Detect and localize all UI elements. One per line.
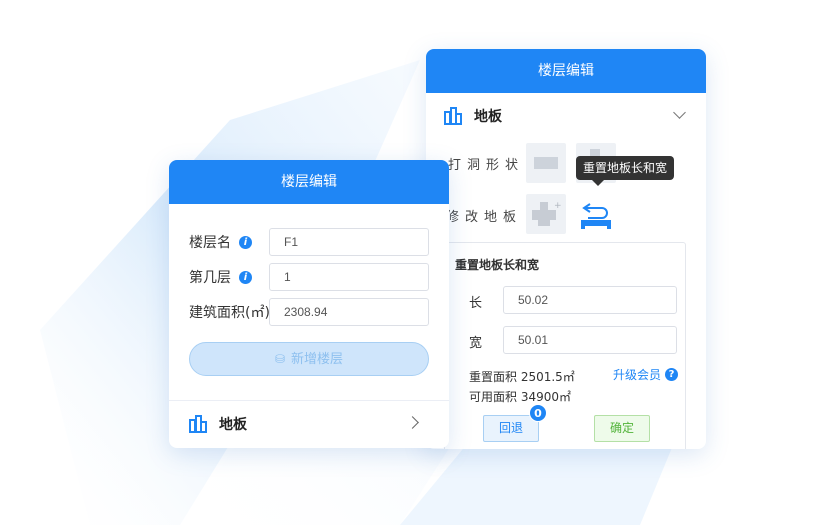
- svg-text:+: +: [554, 201, 562, 211]
- modify-floor-shape-tile[interactable]: +: [526, 194, 566, 234]
- width-input[interactable]: 50.01: [503, 326, 677, 354]
- floor-edit-panel-left: 楼层编辑 楼层名 i F1 第几层 i 1 建筑面积(㎡) 2308.94 ⛁ 新…: [169, 160, 449, 448]
- usable-area-text: 可用面积 34900㎡: [469, 390, 571, 404]
- floor-section-row[interactable]: 地板: [189, 412, 429, 436]
- chevron-down-icon: [673, 106, 686, 119]
- field-label: 楼层名: [189, 235, 231, 251]
- cross-shape-icon: +: [532, 201, 562, 226]
- length-label: 长: [469, 296, 483, 311]
- reset-floor-icon: [581, 203, 611, 229]
- modify-floor-label: 修改地板: [446, 210, 523, 225]
- chevron-right-icon: [406, 416, 419, 429]
- floor-section-label: 地板: [219, 417, 247, 433]
- info-icon[interactable]: i: [239, 235, 252, 249]
- panel-title: 楼层编辑: [169, 160, 449, 204]
- reset-size-tile[interactable]: [576, 194, 616, 234]
- building-area-input[interactable]: 2308.94: [269, 298, 429, 326]
- floor-section-header[interactable]: 地板: [444, 105, 688, 127]
- width-label: 宽: [469, 336, 483, 351]
- reset-size-box: 重置地板长和宽 长 50.02 宽 50.01 重置面积 2501.5㎡ 可用面…: [444, 242, 686, 449]
- hole-shape-rect-tile[interactable]: [526, 143, 566, 183]
- reset-area-text: 重置面积 2501.5㎡: [469, 370, 575, 384]
- floor-edit-panel-right: 楼层编辑 地板 打洞形状 重置地板长和宽 修改地板 + 重置地板长和宽 长 50…: [426, 49, 706, 449]
- help-icon[interactable]: ?: [665, 368, 679, 381]
- panel-title: 楼层编辑: [426, 49, 706, 93]
- floor-number-input[interactable]: 1: [269, 263, 429, 291]
- hole-shape-label: 打洞形状: [448, 158, 525, 173]
- building-icon: [444, 107, 462, 125]
- divider: [169, 400, 449, 401]
- building-icon: [189, 415, 207, 433]
- field-label: 建筑面积(㎡): [189, 305, 270, 321]
- field-label: 第几层: [189, 270, 231, 286]
- add-floor-label: 新增楼层: [291, 352, 344, 367]
- floor-name-row: 楼层名 i: [189, 232, 252, 252]
- length-input[interactable]: 50.02: [503, 286, 677, 314]
- stack-icon: ⛁: [274, 352, 286, 366]
- reset-box-title: 重置地板长和宽: [455, 258, 540, 272]
- upgrade-label: 升级会员: [613, 368, 662, 382]
- building-area-row: 建筑面积(㎡): [189, 302, 270, 322]
- tooltip: 重置地板长和宽: [576, 156, 675, 186]
- add-floor-button[interactable]: ⛁ 新增楼层: [189, 342, 429, 376]
- rectangle-shape-icon: [534, 157, 558, 169]
- undo-count-badge: 0: [529, 404, 547, 422]
- confirm-button[interactable]: 确定: [594, 415, 650, 442]
- upgrade-link[interactable]: 升级会员 ?: [613, 366, 679, 383]
- floor-name-input[interactable]: F1: [269, 228, 429, 256]
- floor-number-row: 第几层 i: [189, 267, 252, 287]
- info-icon[interactable]: i: [239, 270, 252, 284]
- floor-section-label: 地板: [474, 109, 502, 125]
